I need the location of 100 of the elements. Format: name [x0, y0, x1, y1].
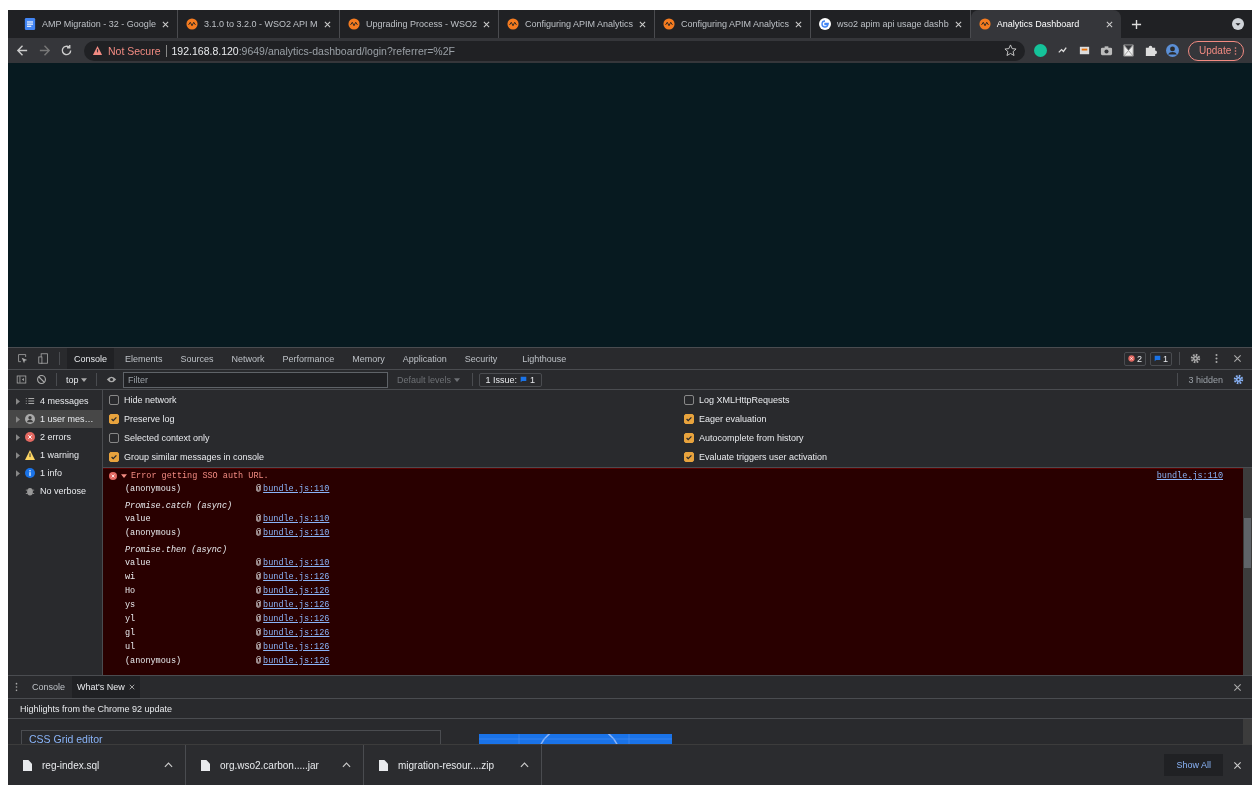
checkbox[interactable] — [109, 452, 119, 463]
source-link[interactable]: bundle.js:110 — [263, 484, 330, 494]
scrollbar[interactable] — [1243, 719, 1252, 744]
star-icon[interactable] — [1003, 44, 1017, 57]
source-link[interactable]: bundle.js:126 — [263, 656, 330, 666]
at-sign: @ — [256, 656, 262, 666]
reload-icon[interactable] — [60, 44, 73, 57]
forward-icon[interactable] — [38, 44, 51, 57]
context-dropdown[interactable]: top — [63, 374, 90, 385]
source-link[interactable]: bundle.js:126 — [263, 642, 330, 652]
error-count-badge[interactable]: 2 — [1123, 351, 1146, 366]
close-icon[interactable] — [639, 20, 646, 28]
drawer-tab[interactable]: What's New — [72, 676, 140, 698]
close-icon[interactable] — [1232, 759, 1243, 771]
source-link[interactable]: bundle.js:110 — [263, 514, 330, 524]
devtools-tab[interactable]: Application — [395, 348, 454, 369]
devtools-tab[interactable]: Performance — [275, 348, 342, 369]
scrollbar[interactable] — [1243, 468, 1252, 675]
close-icon[interactable] — [954, 20, 962, 28]
back-icon[interactable] — [16, 44, 29, 57]
checkbox[interactable] — [109, 413, 119, 424]
avatar-icon[interactable] — [1165, 44, 1179, 57]
setting-checkbox[interactable]: Log XMLHttpRequests — [684, 394, 1252, 405]
source-link[interactable]: bundle.js:126 — [263, 572, 330, 582]
address-bar[interactable]: Not Secure 192.168.8.120:9649/analytics-dashboard/login?referrer=%2F — [84, 40, 1025, 61]
issues-button[interactable]: 1 Issue: 1 — [478, 372, 543, 387]
puzzle-icon[interactable] — [1143, 44, 1157, 57]
close-icon[interactable] — [323, 20, 331, 28]
checkbox[interactable] — [684, 433, 694, 444]
expand-arrow-icon[interactable] — [16, 397, 20, 405]
devtools-tab[interactable]: Elements — [118, 348, 170, 369]
grammar-extension-icon[interactable] — [1033, 44, 1047, 57]
expand-arrow-icon[interactable] — [121, 474, 127, 478]
tab-search-icon[interactable] — [1232, 18, 1244, 30]
checkbox[interactable] — [109, 433, 119, 444]
devtools-tab[interactable]: Lighthouse — [515, 348, 574, 369]
issue-count-badge[interactable]: 1 — [1150, 351, 1172, 366]
extension-icon[interactable] — [1121, 44, 1135, 57]
clear-icon[interactable] — [36, 374, 47, 385]
expand-arrow-icon[interactable] — [16, 451, 20, 459]
setting-checkbox[interactable]: Hide network — [109, 394, 684, 405]
close-icon[interactable] — [1232, 681, 1243, 693]
caret-icon[interactable] — [520, 762, 529, 768]
setting-checkbox[interactable]: Preserve log — [109, 413, 684, 424]
expand-arrow-icon[interactable] — [16, 469, 20, 477]
source-link[interactable]: bundle.js:110 — [1156, 471, 1223, 481]
more-icon[interactable] — [1234, 46, 1237, 57]
setting-checkbox[interactable]: Evaluate triggers user activation — [684, 452, 1252, 463]
devtools-tab[interactable]: Console — [67, 348, 115, 369]
close-icon[interactable] — [482, 20, 490, 28]
drawer-tab[interactable]: Console — [27, 676, 71, 698]
close-icon[interactable] — [1232, 353, 1243, 364]
device-toolbar-icon[interactable] — [38, 353, 49, 364]
settings-icon[interactable] — [1190, 353, 1201, 364]
source-link[interactable]: bundle.js:110 — [263, 558, 330, 568]
devtools-tab[interactable]: Network — [224, 348, 272, 369]
filter-field[interactable]: Filter — [123, 371, 388, 388]
more-icon[interactable] — [14, 682, 19, 692]
eye-icon[interactable] — [106, 374, 117, 385]
sidebar-item[interactable]: 4 messages — [8, 392, 102, 410]
download-item[interactable]: reg-index.sql — [8, 745, 186, 785]
caret-icon[interactable] — [342, 762, 351, 768]
sidebar-item[interactable]: 1 warning — [8, 446, 102, 464]
sidebar-item[interactable]: 1 user mes… — [8, 410, 102, 428]
devtools-tab[interactable]: Sources — [173, 348, 221, 369]
new-tab-icon[interactable] — [1130, 18, 1142, 30]
source-link[interactable]: bundle.js:126 — [263, 628, 330, 638]
setting-checkbox[interactable]: Selected context only — [109, 433, 684, 444]
setting-checkbox[interactable]: Autocomplete from history — [684, 433, 1252, 444]
devtools-tab[interactable]: Memory — [345, 348, 392, 369]
checkbox[interactable] — [684, 413, 694, 424]
stack-function: value — [125, 558, 152, 568]
download-item[interactable]: org.wso2.carbon.....jar — [186, 745, 364, 785]
browser-tab[interactable]: Analytics Dashboard — [970, 10, 1121, 38]
download-item[interactable]: migration-resour....zip — [364, 745, 542, 785]
sidebar-item[interactable]: No verbose — [8, 482, 102, 500]
setting-checkbox[interactable]: Group similar messages in console — [109, 452, 684, 463]
caret-icon[interactable] — [164, 762, 173, 768]
settings-icon[interactable] — [1233, 374, 1244, 385]
close-icon[interactable] — [161, 20, 169, 28]
setting-checkbox[interactable]: Eager evaluation — [684, 413, 1252, 424]
extension-icon[interactable] — [1077, 44, 1091, 57]
camera-icon[interactable] — [1099, 44, 1113, 57]
close-icon[interactable] — [1105, 20, 1113, 28]
show-all-button[interactable]: Show All — [1164, 754, 1223, 776]
checkbox[interactable] — [684, 394, 694, 405]
source-link[interactable]: bundle.js:126 — [263, 614, 330, 624]
close-icon[interactable] — [128, 684, 135, 690]
sidebar-item[interactable]: 1 info — [8, 464, 102, 482]
close-icon[interactable] — [795, 20, 803, 28]
source-link[interactable]: bundle.js:126 — [263, 586, 330, 596]
devtools-tab[interactable]: Security — [457, 348, 505, 369]
sidebar-toggle-icon[interactable] — [16, 374, 27, 385]
checkbox[interactable] — [684, 452, 694, 463]
source-link[interactable]: bundle.js:126 — [263, 600, 330, 610]
inspect-icon[interactable] — [17, 353, 28, 364]
expand-arrow-icon[interactable] — [16, 433, 20, 441]
source-link[interactable]: bundle.js:110 — [263, 528, 330, 538]
sidebar-item[interactable]: 2 errors — [8, 428, 102, 446]
checkbox[interactable] — [109, 394, 119, 405]
